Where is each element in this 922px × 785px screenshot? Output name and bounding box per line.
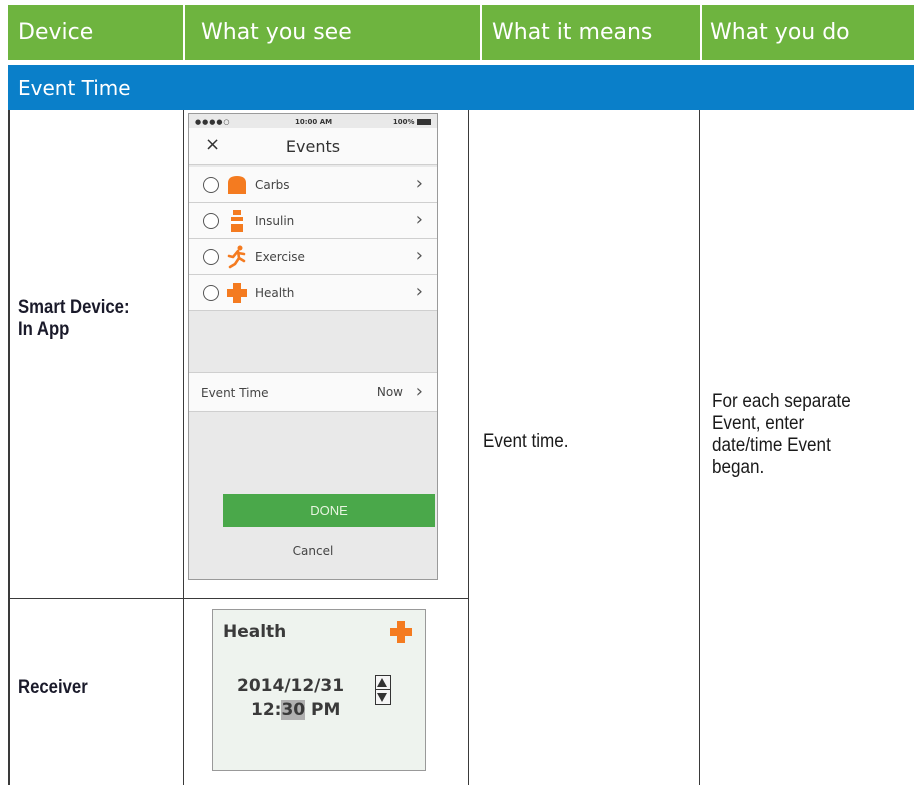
radio-button[interactable] <box>203 213 219 229</box>
done-button[interactable]: DONE <box>223 494 435 527</box>
meaning-text: Event time. <box>483 431 569 452</box>
receiver-label: Receiver <box>18 677 88 698</box>
arrow-down-icon[interactable] <box>377 693 387 702</box>
column-divider <box>699 110 700 785</box>
chevron-right-icon: › <box>415 245 423 266</box>
phone-status-bar: ●●●●○ 10:00 AM 100% <box>195 118 431 128</box>
row-divider <box>8 598 469 599</box>
radio-button[interactable] <box>203 177 219 193</box>
event-item-carbs[interactable]: Carbs › <box>189 167 437 203</box>
header-what-you-do: What you do <box>702 5 914 60</box>
action-line: date/time Event <box>712 435 831 456</box>
event-time-row[interactable]: Event Time Now › <box>189 372 437 412</box>
carbs-icon <box>228 176 246 194</box>
table-left-border <box>8 110 10 785</box>
chevron-right-icon: › <box>415 281 423 302</box>
health-icon <box>390 621 412 643</box>
insulin-icon <box>231 210 243 232</box>
up-down-arrows-icon[interactable] <box>375 675 391 705</box>
event-time-label: Event Time <box>201 386 269 400</box>
smart-device-label: Smart Device: In App <box>18 297 130 341</box>
receiver-date: 2014/12/31 <box>237 676 345 696</box>
action-line: began. <box>712 457 765 478</box>
signal-icon: ●●●●○ <box>195 118 231 126</box>
event-item-exercise[interactable]: Exercise › <box>189 239 437 275</box>
action-text: For each separate Event, enter date/time… <box>712 391 851 479</box>
exercise-icon <box>227 245 246 269</box>
time-ampm: PM <box>305 700 341 720</box>
event-time-value: Now <box>376 385 403 399</box>
header-what-you-see: What you see <box>185 5 480 60</box>
events-title-bar: × Events <box>189 128 437 165</box>
receiver-title: Health <box>223 622 287 642</box>
event-time-table: Device What you see What it means What y… <box>8 5 914 785</box>
header-device: Device <box>8 5 183 60</box>
receiver-time: 12:30 PM <box>251 700 340 720</box>
header-what-it-means: What it means <box>482 5 700 60</box>
action-line: For each separate <box>712 391 851 412</box>
column-divider <box>183 110 184 785</box>
event-item-label: Insulin <box>255 214 295 228</box>
time-hour: 12: <box>251 700 282 720</box>
receiver-health-screen: Health 2014/12/31 12:30 PM <box>212 609 426 771</box>
chevron-right-icon: › <box>415 173 423 194</box>
event-item-label: Exercise <box>255 250 305 264</box>
events-title: Events <box>285 137 341 156</box>
section-title: Event Time <box>8 65 914 110</box>
phone-events-screen: ●●●●○ 10:00 AM 100% × Events Carbs › Ins… <box>188 113 438 580</box>
action-line: Event, enter <box>712 413 805 434</box>
radio-button[interactable] <box>203 285 219 301</box>
smart-device-label-line2: In App <box>18 319 70 340</box>
event-item-insulin[interactable]: Insulin › <box>189 203 437 239</box>
smart-device-label-line1: Smart Device: <box>18 297 130 318</box>
chevron-right-icon: › <box>415 381 423 402</box>
status-time: 10:00 AM <box>295 118 333 126</box>
event-item-health[interactable]: Health › <box>189 275 437 311</box>
event-item-label: Carbs <box>255 178 290 192</box>
event-item-label: Health <box>255 286 295 300</box>
cancel-button[interactable]: Cancel <box>189 544 437 558</box>
column-divider <box>468 110 469 785</box>
time-minutes-selected: 30 <box>281 700 306 720</box>
chevron-right-icon: › <box>415 209 423 230</box>
arrow-up-icon[interactable] <box>377 678 387 687</box>
battery-indicator: 100% <box>393 118 431 126</box>
radio-button[interactable] <box>203 249 219 265</box>
health-icon <box>227 283 247 303</box>
